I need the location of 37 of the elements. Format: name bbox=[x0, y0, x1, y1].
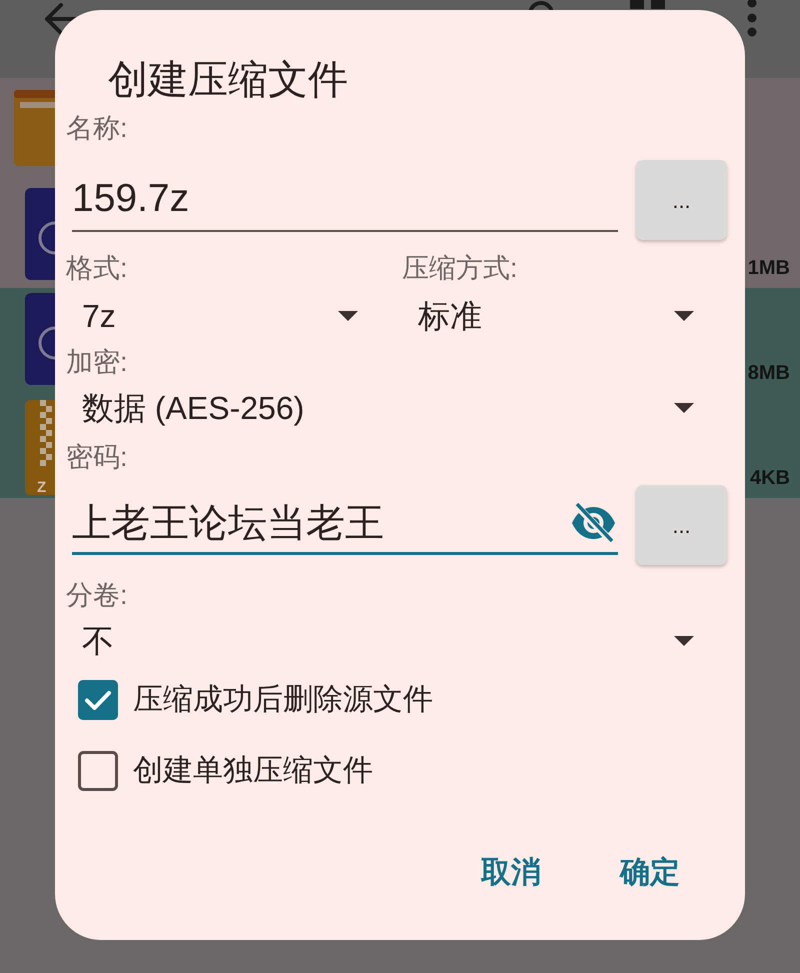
field-label: 加密: bbox=[66, 346, 128, 379]
dropdown[interactable]: 不 bbox=[66, 613, 704, 669]
password-field[interactable]: 上老王论坛当老王 bbox=[72, 485, 618, 555]
dialog-button[interactable]: 取消 bbox=[469, 842, 553, 902]
caret-icon bbox=[674, 403, 694, 413]
dialog-button[interactable]: 确定 bbox=[608, 842, 692, 902]
more-icon[interactable] bbox=[745, 0, 759, 37]
folder-icon bbox=[14, 90, 55, 166]
field-label: 密码: bbox=[66, 441, 128, 474]
dropdown[interactable]: 7z bbox=[66, 288, 368, 344]
file-size: 4KB bbox=[750, 466, 790, 490]
field-label: 分卷: bbox=[66, 579, 128, 612]
text-field[interactable]: 159.7z bbox=[72, 160, 618, 232]
eye-slash-icon[interactable] bbox=[570, 503, 617, 543]
caret-icon bbox=[674, 636, 694, 646]
app-icon bbox=[25, 293, 55, 385]
field-label: 格式: bbox=[66, 252, 128, 285]
dialog-title: 创建压缩文件 bbox=[108, 57, 348, 104]
caret-icon bbox=[674, 311, 694, 321]
checkbox-label[interactable]: 创建单独压缩文件 bbox=[133, 751, 373, 791]
field-label: 压缩方式: bbox=[402, 252, 518, 285]
file-type-letter: Z bbox=[37, 479, 46, 495]
field-label: 名称: bbox=[66, 112, 128, 145]
search-icon[interactable] bbox=[527, 0, 555, 10]
caret-icon bbox=[338, 311, 358, 321]
zipper-drawing bbox=[40, 400, 52, 466]
dropdown[interactable]: 标准 bbox=[402, 288, 704, 344]
checkbox[interactable] bbox=[78, 751, 118, 791]
dropdown[interactable]: 数据 (AES-256) bbox=[66, 380, 704, 436]
file-size: 8MB bbox=[748, 361, 790, 385]
checkbox-label[interactable]: 压缩成功后删除源文件 bbox=[133, 680, 433, 720]
checkbox[interactable] bbox=[78, 680, 118, 720]
file-size: 1MB bbox=[748, 256, 790, 280]
ellipsis-button[interactable]: ... bbox=[636, 485, 727, 565]
grid-icon[interactable] bbox=[630, 0, 665, 9]
ellipsis-button[interactable]: ... bbox=[636, 160, 727, 240]
app-icon bbox=[25, 188, 55, 280]
